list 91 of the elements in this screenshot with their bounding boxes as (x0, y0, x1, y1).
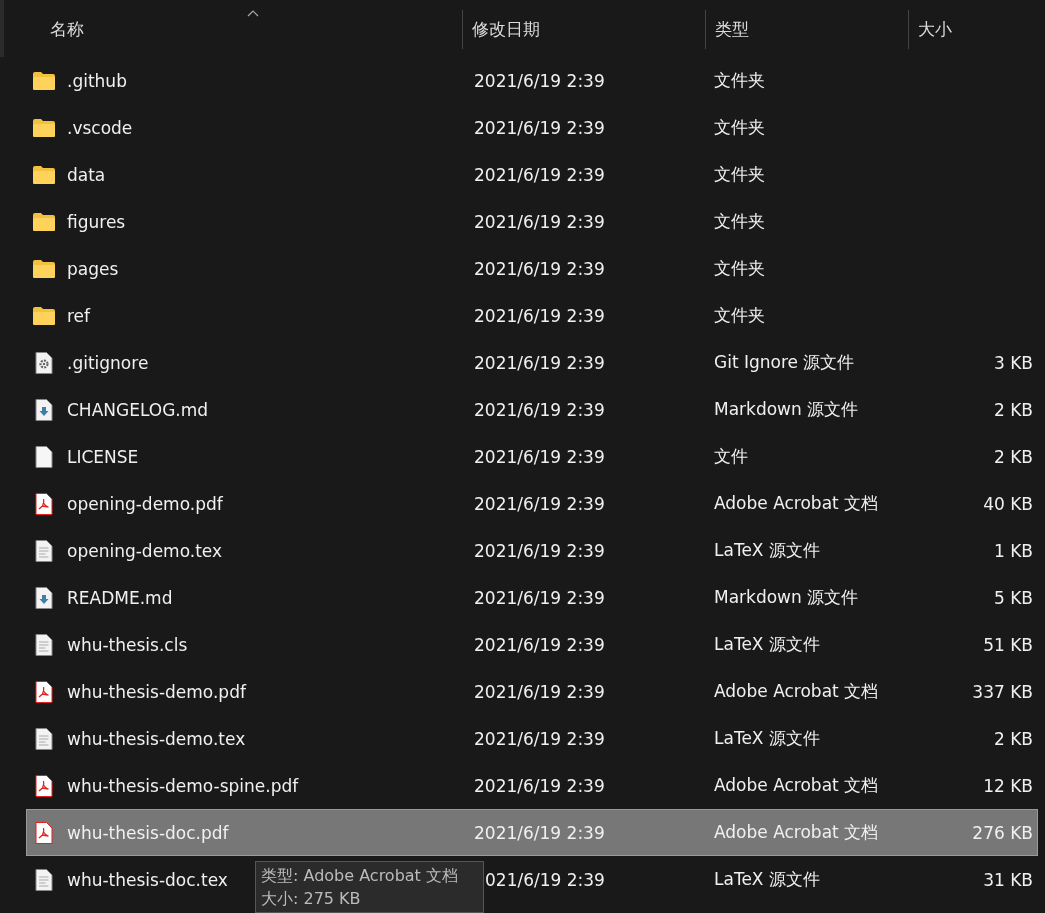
file-size: 40 KB (983, 493, 1033, 514)
file-name[interactable]: whu-thesis.cls (67, 634, 188, 655)
file-type: Markdown 源文件 (714, 587, 859, 607)
file-name[interactable]: whu-thesis-demo.pdf (67, 681, 246, 702)
modified-date: 2021/6/19 2:39 (474, 352, 605, 373)
file-size: 1 KB (993, 540, 1033, 561)
file-type: Adobe Acrobat 文档 (714, 775, 879, 795)
modified-date: 2021/6/19 2:39 (474, 399, 605, 420)
modified-date: 2021/6/19 2:39 (474, 634, 605, 655)
file-type: 文件夹 (714, 211, 765, 231)
file-size: 12 KB (983, 775, 1033, 796)
file-name[interactable]: CHANGELOG.md (67, 399, 209, 420)
modified-date: 021/6/19 2:39 (484, 869, 605, 890)
settings-file-icon (33, 351, 55, 374)
file-size: 2 KB (993, 728, 1033, 749)
file-name[interactable]: opening-demo.tex (67, 540, 223, 561)
file-name[interactable]: .vscode (67, 117, 133, 138)
file-type: LaTeX 源文件 (714, 634, 820, 654)
file-name[interactable]: whu-thesis-demo-spine.pdf (67, 775, 299, 796)
folder-icon (33, 118, 55, 137)
file-type: 文件夹 (714, 117, 765, 137)
file-type: Adobe Acrobat 文档 (714, 822, 879, 842)
file-type: 文件夹 (714, 305, 765, 325)
file-name[interactable]: .github (67, 70, 127, 91)
file-size: 5 KB (993, 587, 1033, 608)
file-type: Git Ignore 源文件 (714, 352, 855, 372)
file-size: 51 KB (983, 634, 1033, 655)
file-name[interactable]: ref (67, 305, 91, 326)
sort-caret-icon (247, 10, 259, 17)
modified-date: 2021/6/19 2:39 (474, 587, 605, 608)
pdf-file-icon (33, 680, 55, 703)
file-icon (33, 445, 55, 468)
column-header[interactable]: 类型 (706, 10, 909, 49)
file-type: 文件 (714, 446, 748, 466)
pdf-file-icon (33, 821, 55, 844)
file-name[interactable]: .gitignore (67, 352, 149, 373)
file-type: LaTeX 源文件 (714, 540, 820, 560)
folder-icon (33, 259, 55, 278)
file-name[interactable]: whu-thesis-doc.tex (67, 869, 228, 890)
folder-icon (33, 306, 55, 325)
modified-date: 2021/6/19 2:39 (474, 70, 605, 91)
modified-date: 2021/6/19 2:39 (474, 305, 605, 326)
text-file-icon (33, 633, 55, 656)
modified-date: 2021/6/19 2:39 (474, 540, 605, 561)
tooltip: 类型: Adobe Acrobat 文档 大小: 275 KB (255, 861, 484, 913)
modified-date: 2021/6/19 2:39 (474, 446, 605, 467)
file-name[interactable]: opening-demo.pdf (67, 493, 223, 514)
file-name[interactable]: README.md (67, 587, 173, 608)
modified-date: 2021/6/19 2:39 (474, 681, 605, 702)
file-type: Adobe Acrobat 文档 (714, 681, 879, 701)
file-name[interactable]: data (67, 164, 106, 185)
file-name[interactable]: whu-thesis-demo.tex (67, 728, 246, 749)
download-file-icon (33, 586, 55, 609)
text-file-icon (33, 868, 55, 891)
file-type: LaTeX 源文件 (714, 869, 820, 889)
file-type: 文件夹 (714, 70, 765, 90)
file-name[interactable]: LICENSE (67, 446, 139, 467)
file-size: 3 KB (993, 352, 1033, 373)
file-name[interactable]: pages (67, 258, 119, 279)
column-header[interactable]: 名称 (4, 10, 463, 49)
download-file-icon (33, 398, 55, 421)
file-size: 2 KB (993, 399, 1033, 420)
modified-date: 2021/6/19 2:39 (474, 117, 605, 138)
file-row[interactable]: whu-thesis-doc.pdf 2021/6/19 2:39 Adobe Acrobat 文档 276 KB (26, 809, 1038, 856)
file-type: Markdown 源文件 (714, 399, 859, 419)
file-type: 文件夹 (714, 164, 765, 184)
file-type: LaTeX 源文件 (714, 728, 820, 748)
file-type: 文件夹 (714, 258, 765, 278)
modified-date: 2021/6/19 2:39 (474, 164, 605, 185)
modified-date: 2021/6/19 2:39 (474, 775, 605, 796)
file-name: whu-thesis-doc.pdf (67, 822, 229, 843)
folder-icon (33, 212, 55, 231)
folder-icon (33, 165, 55, 184)
text-file-icon (33, 539, 55, 562)
modified-date: 2021/6/19 2:39 (474, 822, 605, 843)
pdf-file-icon (33, 492, 55, 515)
text-file-icon (33, 727, 55, 750)
file-size: 31 KB (983, 869, 1033, 890)
file-size: 337 KB (972, 681, 1033, 702)
file-name[interactable]: figures (67, 211, 126, 232)
modified-date: 2021/6/19 2:39 (474, 728, 605, 749)
file-size: 2 KB (993, 446, 1033, 467)
column-header[interactable]: 修改日期 (463, 10, 706, 49)
modified-date: 2021/6/19 2:39 (474, 258, 605, 279)
modified-date: 2021/6/19 2:39 (474, 493, 605, 514)
folder-icon (33, 71, 55, 90)
modified-date: 2021/6/19 2:39 (474, 211, 605, 232)
column-header[interactable]: 大小 (909, 10, 1045, 49)
file-type: Adobe Acrobat 文档 (714, 493, 879, 513)
pdf-file-icon (33, 774, 55, 797)
file-size: 276 KB (972, 822, 1033, 843)
